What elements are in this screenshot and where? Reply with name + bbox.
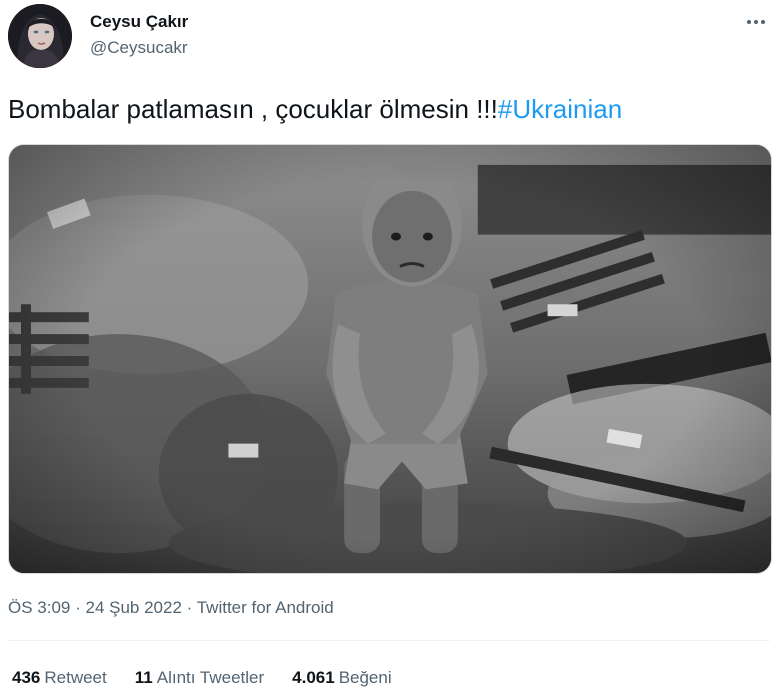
tweet-header: Ceysu Çakır @Ceysucakr [8, 4, 770, 70]
meta-separator: · [70, 598, 86, 617]
retweets-label: Retweet [44, 668, 107, 687]
tweet-text: Bombalar patlamasın , çocuklar ölmesin !… [8, 92, 622, 126]
author-handle[interactable]: @Ceysucakr [90, 38, 188, 58]
quote-tweets-stat[interactable]: 11 Alıntı Tweetler [135, 668, 264, 688]
retweets-count: 436 [12, 668, 41, 687]
avatar[interactable] [8, 4, 72, 68]
author-name[interactable]: Ceysu Çakır [90, 12, 188, 32]
quotes-label: Alıntı Tweetler [156, 668, 265, 687]
tweet-source[interactable]: Twitter for Android [197, 598, 334, 617]
meta-separator: · [181, 598, 197, 617]
divider [8, 640, 770, 641]
hashtag-link[interactable]: #Ukrainian [498, 94, 622, 124]
quotes-count: 11 [134, 668, 153, 687]
avatar-image [8, 4, 72, 68]
tweet-body: Bombalar patlamasın , çocuklar ölmesin !… [8, 94, 498, 124]
tweet-meta: ÖS 3:09 · 24 Şub 2022 · Twitter for Andr… [8, 598, 334, 618]
likes-stat[interactable]: 4.061 Beğeni [292, 668, 391, 688]
tweet-date[interactable]: 24 Şub 2022 [85, 598, 181, 617]
tweet-stats: 436 Retweet 11 Alıntı Tweetler 4.061 Beğeni [12, 668, 392, 688]
more-options-icon[interactable] [742, 8, 770, 36]
tweet-photo[interactable] [8, 144, 772, 574]
tweet-time[interactable]: ÖS 3:09 [8, 598, 70, 617]
likes-count: 4.061 [292, 668, 335, 687]
retweets-stat[interactable]: 436 Retweet [12, 668, 107, 688]
likes-label: Beğeni [338, 668, 392, 687]
photo-child-in-rubble [9, 145, 771, 573]
